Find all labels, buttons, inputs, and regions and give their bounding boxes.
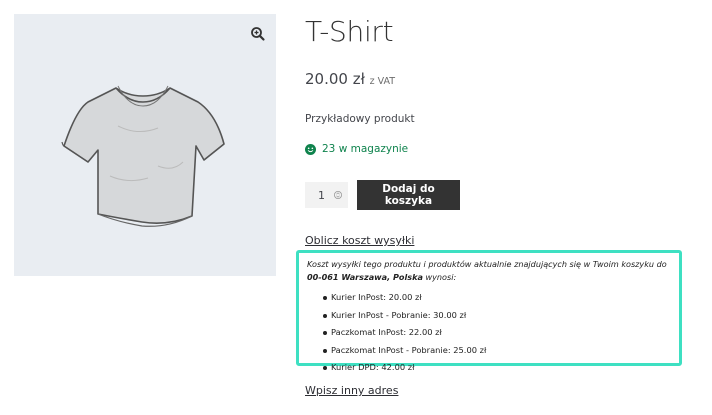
product-gallery[interactable] xyxy=(14,14,276,276)
shipping-intro-text: Koszt wysyłki tego produktu i produktów … xyxy=(307,259,667,269)
shipping-option: Kurier InPost - Pobranie: 30.00 zł xyxy=(299,307,486,325)
add-to-cart-button[interactable]: Dodaj do koszyka xyxy=(357,180,460,210)
shipping-options-list: Kurier InPost: 20.00 zł Kurier InPost - … xyxy=(299,289,486,377)
shipping-option: Paczkomat InPost: 22.00 zł xyxy=(299,324,486,342)
smiley-icon xyxy=(305,143,316,155)
shipping-intro-end: wynosi: xyxy=(425,272,457,282)
stock-status: 23 w magazynie xyxy=(305,143,408,155)
shipping-estimate-box: Koszt wysyłki tego produktu i produktów … xyxy=(296,250,683,372)
stock-text: 23 w magazynie xyxy=(322,143,409,155)
shipping-address: 00-061 Warszawa, Polska xyxy=(307,272,423,282)
shipping-intro: Koszt wysyłki tego produktu i produktów … xyxy=(307,258,683,284)
quantity-value: 1 xyxy=(318,188,325,202)
shipping-option: Paczkomat InPost - Pobranie: 25.00 zł xyxy=(299,342,486,360)
price-amount: 20.00 zł xyxy=(305,70,365,88)
shipping-option: Kurier DPD: 42.00 zł xyxy=(299,359,486,377)
tshirt-image xyxy=(61,85,225,227)
change-address-link[interactable]: Wpisz inny adres xyxy=(305,384,398,397)
product-title: T-Shirt xyxy=(305,15,394,48)
calculate-shipping-link[interactable]: Oblicz koszt wysyłki xyxy=(305,234,414,247)
zoom-in-icon[interactable] xyxy=(250,26,266,42)
quantity-spinner-icon[interactable] xyxy=(334,190,342,200)
product-description: Przykładowy produkt xyxy=(305,113,415,125)
price-suffix: z VAT xyxy=(369,76,396,87)
shipping-option: Kurier InPost: 20.00 zł xyxy=(299,289,486,307)
quantity-input[interactable]: 1 xyxy=(305,182,348,208)
product-price: 20.00 zł z VAT xyxy=(305,70,395,88)
